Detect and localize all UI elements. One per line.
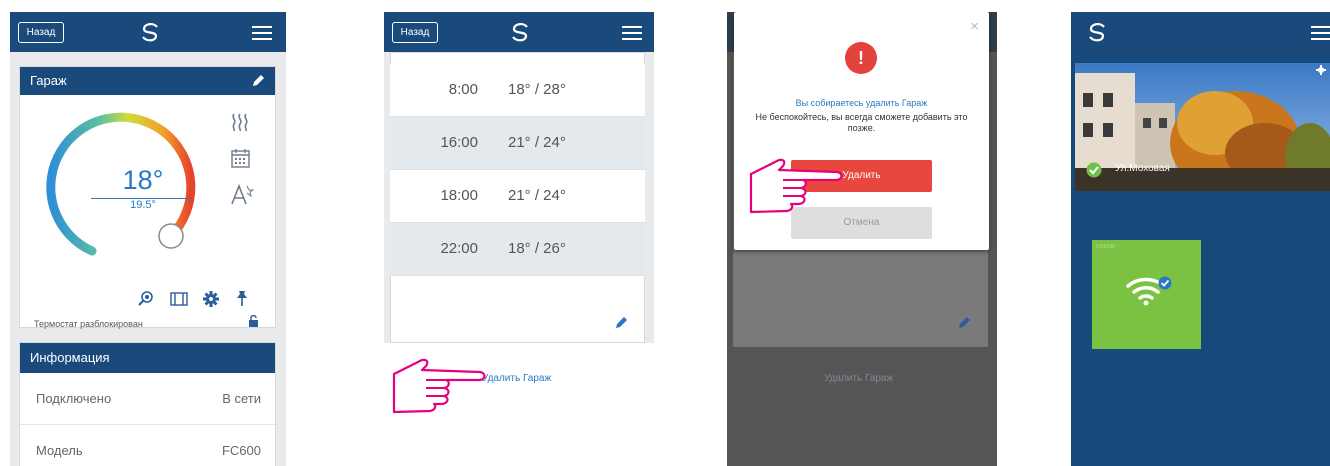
back-button[interactable]: Назад [392,22,438,43]
schedule-row[interactable]: 16:00 21° / 24° [390,117,645,170]
schedule-temps: 18° / 28° [508,81,566,98]
alert-icon: ! [845,42,877,74]
delete-zone-link-dimmed: Удалить Гараж [824,373,894,384]
calendar-icon[interactable] [230,147,252,169]
schedule-row[interactable]: 22:00 18° / 26° [390,223,645,276]
tile-label: UGE600 [1096,244,1116,250]
lock-status-text: Термостат разблокирован [34,319,143,329]
connected-check-icon [1158,276,1172,290]
schedule-time: 8:00 [448,81,478,98]
current-temperature: 19.5° [130,199,156,211]
dialog-message: Не беспокойтесь, вы всегда сможете добав… [755,112,968,133]
edit-pencil-icon[interactable] [615,315,629,329]
unlock-icon[interactable] [248,315,259,327]
hamburger-menu-icon[interactable] [252,26,272,40]
info-value: FC600 [221,443,261,458]
dial-knob [158,223,184,249]
edit-pencil-icon[interactable] [251,74,265,88]
delete-dialog-screen: Удалить Гараж × ! Вы собираетесь удалить… [727,12,997,466]
back-button[interactable]: Назад [18,22,64,43]
app-header [1071,12,1330,52]
zone-card: Гараж 18° 19.5° Термостат разблокирован [19,66,276,329]
edit-pencil-icon [959,317,970,328]
info-value: В сети [222,391,261,406]
close-icon[interactable]: × [970,18,979,35]
schedule-temps: 18° / 26° [508,240,566,257]
settings-gear-icon[interactable] [1316,65,1326,75]
info-row: Подключено В сети [20,373,275,425]
hamburger-menu-icon[interactable] [1311,26,1330,40]
salus-logo-icon [142,23,158,42]
status-check-icon [1086,162,1102,178]
setpoint-value: 18° [122,165,164,195]
location-screen: Ул.Моховая UGE600 [1071,12,1330,466]
info-row: Модель FC600 [20,425,275,466]
pin-icon[interactable] [236,290,248,307]
schedule-time: 18:00 [440,187,478,204]
info-key: Подключено [36,391,112,406]
schedule-time: 16:00 [440,134,478,151]
location-photo[interactable] [1075,63,1330,191]
hamburger-menu-icon[interactable] [622,26,642,40]
delete-zone-link[interactable]: Удалить Гараж [482,373,551,384]
info-header: Информация [20,343,275,373]
schedule-row[interactable]: 8:00 18° / 28° [390,64,645,117]
schedule-screen: Назад 8:00 18° / 28° 16:00 21° / 24° 18:… [384,12,654,466]
schedule-temps: 21° / 24° [508,134,566,151]
heating-icon[interactable] [230,111,252,133]
schedule-row[interactable]: 18:00 21° / 24° [390,170,645,223]
info-card: Информация Подключено В сети Модель FC60… [19,342,276,466]
device-tile[interactable]: UGE600 [1092,240,1201,349]
salus-logo-icon [512,23,528,42]
location-name: Ул.Моховая [1115,163,1170,174]
confirm-dialog: × ! Вы собираетесь удалить Гараж Не бесп… [734,12,989,250]
schedule-time: 22:00 [440,240,478,257]
zone-title: Гараж [20,67,275,95]
zone-detail-screen: Назад Гараж 18° 19.5° Термостат разблоки… [10,12,286,466]
auto-mode-icon[interactable] [230,183,254,207]
pointing-hand-icon [749,158,843,214]
dialog-title: Вы собираетесь удалить Гараж [795,98,928,108]
settings-gear-icon[interactable] [203,291,219,307]
app-header: Назад [384,12,654,52]
search-zoom-icon[interactable] [138,290,154,306]
pointing-hand-icon [392,358,486,414]
app-header: Назад [10,12,286,52]
dimmed-card-footer [733,252,988,347]
info-key: Модель [36,443,83,458]
schedule-temps: 21° / 24° [508,187,566,204]
salus-logo-icon [1089,23,1105,42]
window-icon[interactable] [170,292,188,306]
